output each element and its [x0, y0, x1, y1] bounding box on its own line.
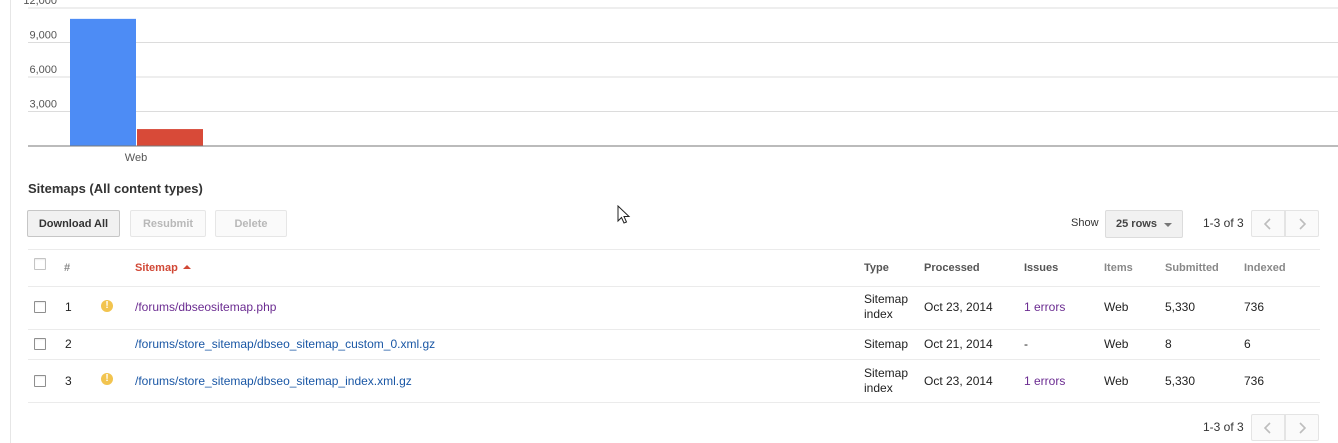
prev-page-button[interactable]: [1251, 210, 1285, 237]
chart-y-tick-label: 6,000: [29, 64, 57, 76]
row-checkbox[interactable]: [34, 338, 46, 350]
row-number: 3: [65, 374, 72, 388]
type-sublabel: index: [864, 307, 893, 321]
download-all-button[interactable]: Download All: [27, 210, 120, 237]
issues-link[interactable]: 1 errors: [1024, 374, 1065, 388]
processed-date: Oct 21, 2014: [924, 337, 993, 351]
row-checkbox[interactable]: [34, 375, 46, 387]
chevron-down-icon: [1164, 223, 1172, 227]
issues-link[interactable]: 1 errors: [1024, 300, 1065, 314]
chart-bar: [137, 129, 203, 146]
rows-per-page-select[interactable]: 25 rows: [1105, 210, 1183, 238]
chart-grid: [28, 7, 1338, 112]
sort-ascending-icon: [182, 265, 191, 269]
sitemap-link[interactable]: /forums/store_sitemap/dbseo_sitemap_inde…: [135, 374, 412, 388]
chevron-right-icon: [1299, 421, 1307, 434]
chart-y-tick-label: 3,000: [29, 99, 57, 111]
row-checkbox[interactable]: [34, 301, 46, 313]
rows-per-page-value: 25 rows: [1116, 218, 1157, 230]
items-value: Web: [1104, 374, 1129, 388]
type-cell: Sitemap index: [864, 292, 908, 322]
column-header-indexed[interactable]: Indexed: [1244, 261, 1286, 276]
issues-value: -: [1024, 337, 1028, 351]
chart-y-ticks: 3,000 6,000 9,000 12,000: [23, 0, 57, 111]
column-header-sitemap-label: Sitemap: [135, 262, 178, 274]
select-all-checkbox[interactable]: [34, 258, 46, 270]
column-header-sitemap[interactable]: Sitemap: [135, 261, 191, 276]
type-label: Sitemap: [864, 337, 909, 351]
indexed-value: 736: [1244, 374, 1265, 388]
column-header-type[interactable]: Type: [864, 261, 889, 276]
table-header-divider: [28, 286, 1320, 287]
show-label: Show: [1071, 217, 1099, 229]
processed-date: Oct 23, 2014: [924, 374, 993, 388]
chevron-left-icon: [1263, 421, 1271, 434]
resubmit-button[interactable]: Resubmit: [130, 210, 206, 237]
type-label: Sitemap: [864, 292, 909, 306]
chart-y-tick-label: 9,000: [29, 30, 57, 42]
type-cell: Sitemap index: [864, 366, 908, 396]
chevron-left-icon: [1263, 217, 1271, 230]
indexed-value: 736: [1244, 300, 1265, 314]
chart-x-tick-label: Web: [125, 152, 147, 164]
sitemap-chart: 3,000 6,000 9,000 12,000 Web: [23, 0, 1338, 164]
column-header-number: #: [64, 262, 71, 274]
chart-bars: [70, 18, 203, 146]
table-top-divider: [28, 249, 1320, 250]
row-divider: [28, 359, 1320, 360]
column-header-issues[interactable]: Issues: [1024, 261, 1058, 276]
row-number: 2: [65, 337, 72, 351]
page-info: 1-3 of 3: [1203, 216, 1244, 230]
chart-bar: [70, 18, 136, 146]
warning-icon: !: [101, 373, 113, 385]
items-value: Web: [1104, 337, 1129, 351]
chart-y-tick-label: 12,000: [23, 0, 57, 7]
type-label: Sitemap: [864, 366, 909, 380]
next-page-button[interactable]: [1285, 210, 1319, 237]
footer-next-page-button[interactable]: [1285, 414, 1319, 441]
submitted-value: 5,330: [1165, 300, 1196, 314]
column-header-items[interactable]: Items: [1104, 261, 1133, 276]
delete-button[interactable]: Delete: [215, 210, 287, 237]
sitemap-link[interactable]: /forums/dbseositemap.php: [135, 300, 276, 314]
row-divider: [28, 329, 1320, 330]
processed-date: Oct 23, 2014: [924, 300, 993, 314]
type-sublabel: index: [864, 381, 893, 395]
column-header-processed[interactable]: Processed: [924, 261, 980, 276]
mouse-cursor-icon: [617, 205, 631, 224]
chevron-right-icon: [1299, 217, 1307, 230]
section-title: Sitemaps (All content types): [28, 181, 203, 196]
footer-page-info: 1-3 of 3: [1203, 420, 1244, 434]
items-value: Web: [1104, 300, 1129, 314]
footer-prev-page-button[interactable]: [1251, 414, 1285, 441]
sitemap-link[interactable]: /forums/store_sitemap/dbseo_sitemap_cust…: [135, 337, 435, 351]
indexed-value: 6: [1244, 337, 1251, 351]
column-header-submitted[interactable]: Submitted: [1165, 261, 1219, 276]
warning-icon: !: [101, 300, 113, 312]
submitted-value: 8: [1165, 337, 1172, 351]
submitted-value: 5,330: [1165, 374, 1196, 388]
table-bottom-divider: [28, 402, 1320, 403]
row-number: 1: [65, 300, 72, 314]
